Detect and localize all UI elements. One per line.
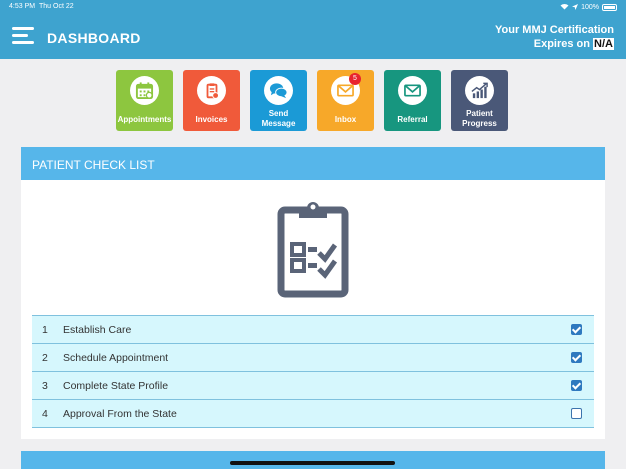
- patient-checklist-card: PATIENT CHECK LIST 1 Establish Care 2 Sc…: [21, 147, 605, 439]
- checked-checkbox-icon[interactable]: [571, 324, 582, 335]
- checklist-title: PATIENT CHECK LIST: [21, 147, 605, 180]
- tile-label: Referral: [397, 115, 428, 124]
- row-number: 4: [42, 408, 48, 420]
- battery-percent: 100%: [581, 4, 599, 11]
- tile-label: Send Message: [250, 109, 307, 129]
- row-label: Schedule Appointment: [63, 352, 169, 364]
- referral-tile[interactable]: Referral: [384, 70, 441, 131]
- checklist-row: 4 Approval From the State: [32, 400, 594, 428]
- unchecked-checkbox-icon[interactable]: [571, 408, 582, 419]
- tile-label: Patient Progress: [451, 109, 508, 129]
- tile-label-line1: Patient: [466, 109, 493, 118]
- status-bar: 4:53 PM Thu Oct 22 100%: [0, 0, 626, 14]
- checklist-rows: 1 Establish Care 2 Schedule Appointment …: [32, 315, 594, 428]
- dashboard-tiles: Appointments Invoices Send Message 5 Inb…: [116, 70, 508, 131]
- tile-label: Invoices: [195, 115, 228, 124]
- envelope-icon: [398, 76, 427, 105]
- page-title: DASHBOARD: [47, 30, 141, 46]
- trend-chart-icon: [465, 76, 494, 105]
- checked-checkbox-icon[interactable]: [571, 352, 582, 363]
- calendar-icon: [130, 76, 159, 105]
- send-message-tile[interactable]: Send Message: [250, 70, 307, 131]
- cert-prefix: Expires on: [533, 38, 590, 50]
- row-label: Establish Care: [63, 324, 132, 336]
- row-number: 1: [42, 324, 48, 336]
- checked-checkbox-icon[interactable]: [571, 380, 582, 391]
- home-indicator[interactable]: [230, 461, 395, 465]
- chat-bubbles-icon: [264, 76, 293, 105]
- cert-line1: Your MMJ Certification: [495, 24, 614, 36]
- tile-label: Inbox: [334, 115, 357, 124]
- checklist-row: 1 Establish Care: [32, 316, 594, 344]
- checklist-row: 2 Schedule Appointment: [32, 344, 594, 372]
- tile-label-line2: Message: [261, 119, 296, 128]
- status-time: 4:53 PM: [9, 3, 36, 10]
- invoice-icon: [197, 76, 226, 105]
- status-right: 100%: [560, 3, 617, 12]
- app-header: DASHBOARD Your MMJ Certification Expires…: [0, 14, 626, 59]
- tile-label: Appointments: [117, 115, 172, 124]
- row-number: 3: [42, 380, 48, 392]
- cert-line2: Expires on N/A: [495, 37, 614, 51]
- tile-label-line2: Progress: [462, 119, 497, 128]
- inbox-unread-badge: 5: [349, 73, 361, 85]
- hamburger-menu-icon[interactable]: [12, 27, 34, 45]
- certification-notice: Your MMJ Certification Expires on N/A: [495, 23, 614, 51]
- cert-expiry-value: N/A: [593, 38, 614, 50]
- checklist-row: 3 Complete State Profile: [32, 372, 594, 400]
- tile-label-line1: Send: [268, 109, 289, 118]
- patient-progress-tile[interactable]: Patient Progress: [451, 70, 508, 131]
- appointments-tile[interactable]: Appointments: [116, 70, 173, 131]
- invoices-tile[interactable]: Invoices: [183, 70, 240, 131]
- battery-icon: [602, 4, 617, 11]
- inbox-tile[interactable]: 5 Inbox: [317, 70, 374, 131]
- location-icon: [572, 3, 579, 12]
- row-label: Approval From the State: [63, 408, 177, 420]
- status-date: Thu Oct 22: [39, 3, 74, 10]
- wifi-icon: [560, 3, 569, 12]
- row-number: 2: [42, 352, 48, 364]
- row-label: Complete State Profile: [63, 380, 169, 392]
- clipboard-checklist-icon: [277, 198, 349, 303]
- next-card-header: [21, 451, 605, 469]
